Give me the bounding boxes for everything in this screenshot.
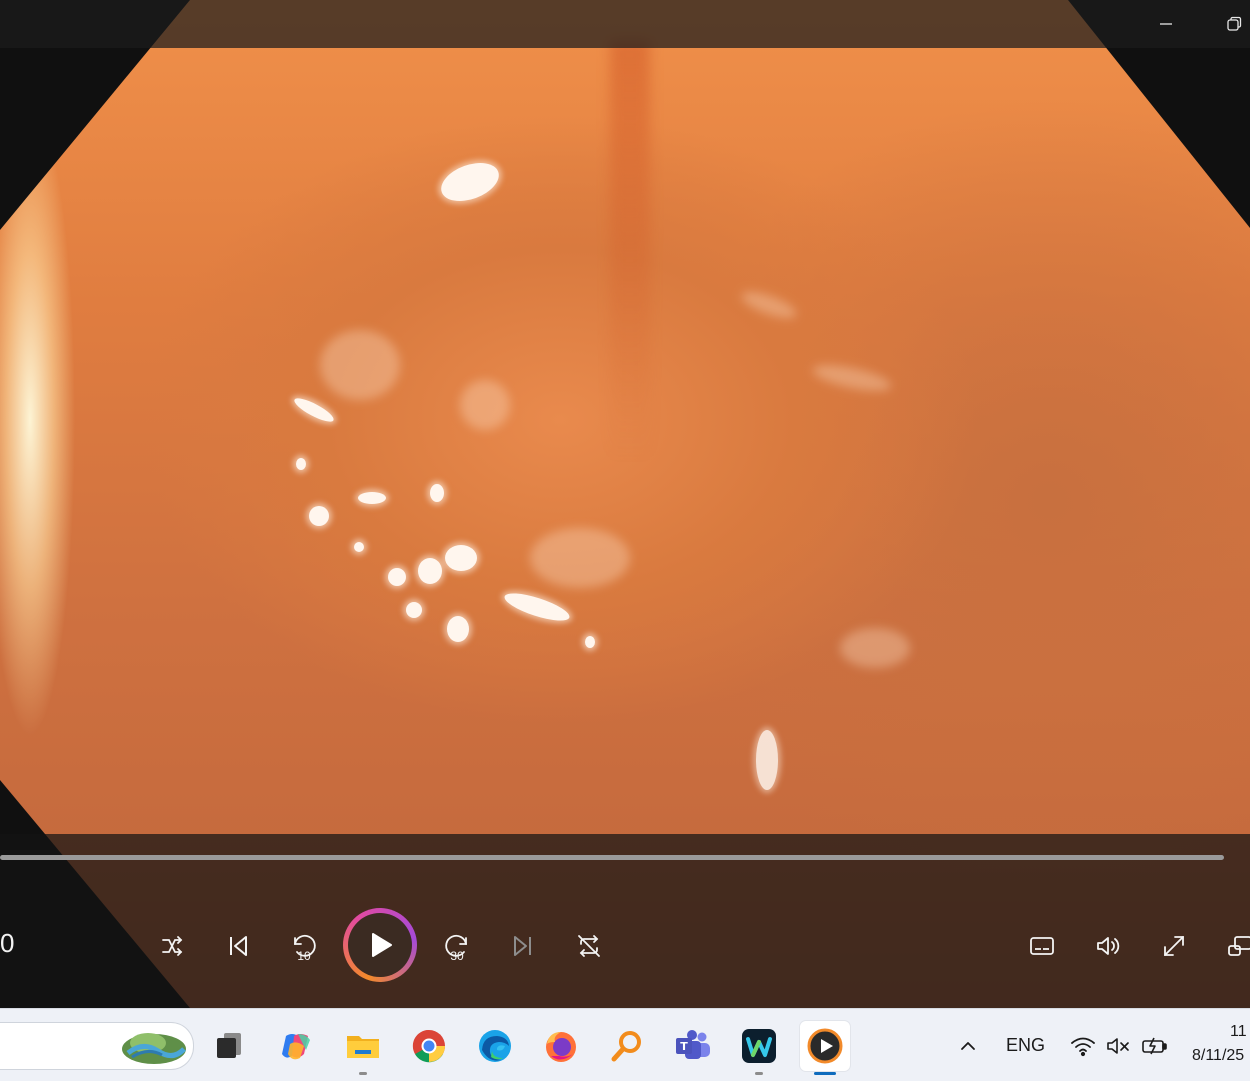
skip-forward-30-icon[interactable]: 30: [437, 926, 477, 966]
repeat-icon[interactable]: [569, 926, 609, 966]
svg-text:T: T: [680, 1040, 688, 1053]
current-time: 0: [0, 928, 15, 958]
edge-icon[interactable]: [470, 1021, 520, 1071]
battery-charging-icon[interactable]: [1138, 1021, 1172, 1071]
clock-date[interactable]: 8/11/25: [1192, 1047, 1244, 1065]
skip-forward-label: 30: [450, 949, 464, 963]
skip-back-label: 10: [297, 949, 311, 963]
webex-icon[interactable]: [734, 1021, 784, 1075]
wifi-icon[interactable]: [1066, 1021, 1100, 1071]
seek-bar[interactable]: [0, 855, 1224, 860]
shuffle-icon[interactable]: [152, 926, 192, 966]
play-button[interactable]: [343, 908, 417, 982]
fullscreen-icon[interactable]: [1154, 926, 1194, 966]
task-view-icon[interactable]: [204, 1021, 254, 1071]
next-icon[interactable]: [503, 926, 543, 966]
restore-icon[interactable]: [1220, 10, 1248, 38]
title-bar: [0, 0, 1250, 48]
play-icon: [372, 933, 392, 957]
speaker-muted-icon[interactable]: [1102, 1021, 1136, 1071]
miniplayer-icon[interactable]: [1220, 926, 1250, 966]
input-language[interactable]: ENG: [1006, 1035, 1045, 1056]
subtitles-icon[interactable]: [1022, 926, 1062, 966]
clock-time[interactable]: 11: [1230, 1023, 1247, 1041]
minimize-icon[interactable]: [1152, 10, 1180, 38]
search-magnifier-icon[interactable]: [602, 1021, 652, 1071]
media-player-icon[interactable]: [800, 1021, 850, 1075]
chrome-icon[interactable]: [404, 1021, 454, 1071]
firefox-icon[interactable]: [536, 1021, 586, 1071]
chevron-up-icon[interactable]: [946, 1021, 990, 1071]
taskbar-search[interactable]: [0, 1022, 194, 1070]
skip-back-10-icon[interactable]: 10: [284, 926, 324, 966]
file-explorer-icon[interactable]: [338, 1021, 388, 1075]
search-highlight-icon: [122, 1033, 186, 1064]
copilot-icon[interactable]: [271, 1021, 321, 1071]
taskbar: T ENG 11 8/11/25: [0, 1008, 1250, 1081]
player-controls: [0, 834, 1250, 1008]
teams-icon[interactable]: T: [668, 1021, 718, 1071]
volume-icon[interactable]: [1088, 926, 1128, 966]
previous-icon[interactable]: [218, 926, 258, 966]
